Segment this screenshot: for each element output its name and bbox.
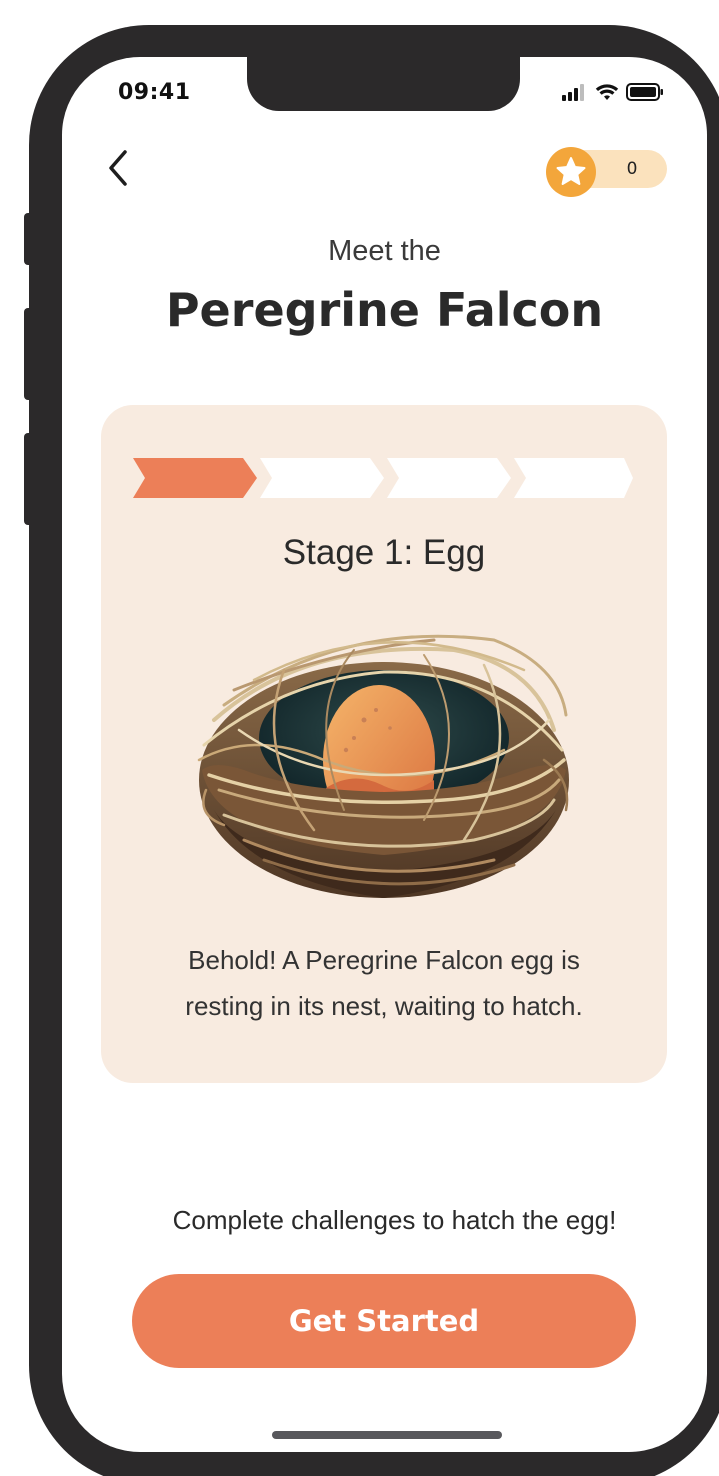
stage-description-line: resting in its nest, waiting to hatch. xyxy=(185,991,583,1021)
get-started-button[interactable]: Get Started xyxy=(132,1274,636,1368)
progress-segment-1 xyxy=(133,458,257,498)
progress-segment-2 xyxy=(260,458,384,498)
home-indicator[interactable] xyxy=(272,1431,502,1439)
status-icons xyxy=(562,83,664,105)
chevron-left-icon xyxy=(106,149,130,191)
progress-segment-4 xyxy=(514,458,633,498)
back-button[interactable] xyxy=(98,150,138,190)
stage-title: Stage 1: Egg xyxy=(282,533,486,572)
progress-segment-3 xyxy=(387,458,511,498)
app-viewport: 09:41 0 Meet the Peregrine Falcon Stage … xyxy=(0,0,719,1476)
stage-card: Stage 1: Egg Behold! A Peregrine Falcon … xyxy=(101,405,667,1083)
page-title: Peregrine Falcon xyxy=(165,283,604,337)
star-counter[interactable]: 0 xyxy=(546,147,667,197)
stage-description-line: Behold! A Peregrine Falcon egg is xyxy=(188,945,580,975)
intro-subtitle: Meet the xyxy=(328,235,441,267)
egg-in-nest-illustration xyxy=(197,634,569,898)
notch xyxy=(247,57,520,111)
hatch-hint: Complete challenges to hatch the egg! xyxy=(172,1205,617,1235)
stage-progress xyxy=(133,458,633,498)
star-icon xyxy=(546,147,596,197)
status-time: 09:41 xyxy=(118,80,191,105)
star-count: 0 xyxy=(626,159,638,179)
wifi-icon xyxy=(595,83,619,105)
signal-icon xyxy=(562,83,588,105)
battery-icon xyxy=(626,83,664,105)
phone-screen: 09:41 0 Meet the Peregrine Falcon Stage … xyxy=(62,57,707,1452)
stage-description: Behold! A Peregrine Falcon egg is restin… xyxy=(141,937,627,1029)
